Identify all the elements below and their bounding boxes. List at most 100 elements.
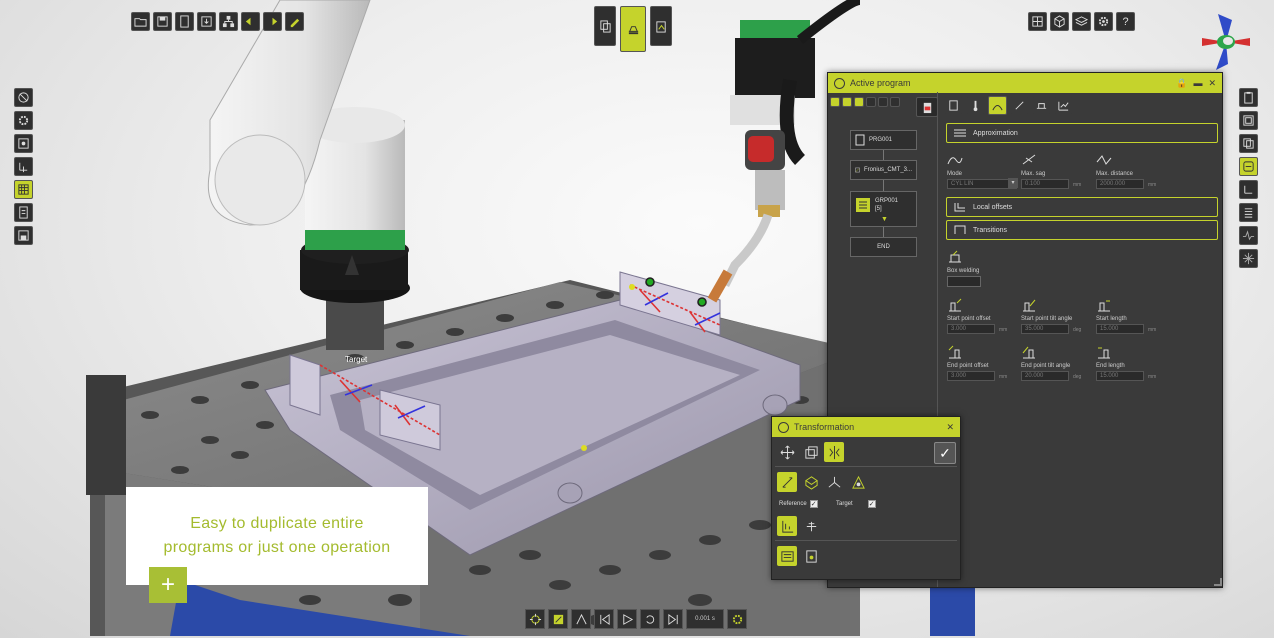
arrow-right-icon[interactable] [263, 12, 282, 31]
program-icon[interactable] [1239, 157, 1258, 176]
section-approximation[interactable]: Approximation [946, 123, 1218, 143]
tree-item-prg001[interactable]: PRG001 [850, 130, 917, 150]
clipboard-icon[interactable] [1239, 88, 1258, 107]
tab-torch[interactable] [1010, 96, 1029, 115]
report-icon[interactable] [14, 203, 33, 222]
settings-gear-icon[interactable] [727, 609, 747, 629]
mode-select[interactable]: CYL LIN [947, 179, 1017, 189]
tab-approximation[interactable] [988, 96, 1007, 115]
triangle-icon[interactable] [848, 472, 868, 492]
resize-grip-icon[interactable] [1214, 578, 1222, 586]
mirror-icon[interactable] [824, 442, 844, 462]
copy-icon[interactable] [1239, 134, 1258, 153]
box-welding-toggle[interactable] [947, 276, 981, 287]
axes-icon[interactable] [824, 472, 844, 492]
frame-axis-icon[interactable] [1239, 180, 1258, 199]
cube-icon[interactable] [1050, 12, 1069, 31]
arrow-left-icon[interactable] [241, 12, 260, 31]
align-reference-icon[interactable] [777, 516, 797, 536]
skip-back-icon[interactable] [594, 609, 614, 629]
end-length-unit: mm [1148, 374, 1157, 380]
operation-copy-icon[interactable] [801, 546, 821, 566]
cad-viewport[interactable]: Target ? Active program 🔒 ▬ ✕ PRG001 Fro… [0, 0, 1274, 638]
target-checkbox[interactable]: ✓ [867, 500, 876, 508]
end-point-offset-input[interactable]: 3.000 [947, 371, 995, 381]
duplicate-icon[interactable] [801, 442, 821, 462]
maximize-icon[interactable]: ▬ [1193, 78, 1202, 88]
export-icon[interactable] [197, 12, 216, 31]
signal-icon[interactable] [1239, 226, 1258, 245]
layers-icon[interactable] [1072, 12, 1091, 31]
weld-table-icon[interactable] [620, 6, 646, 52]
tab-chart[interactable] [1054, 96, 1073, 115]
active-program-titlebar[interactable]: Active program 🔒 ▬ ✕ [828, 73, 1222, 93]
move-icon[interactable] [866, 97, 876, 107]
transformation-titlebar[interactable]: Transformation ✕ [772, 417, 960, 437]
tree-item-weld-source[interactable]: Fronius_CMT_3... [850, 160, 917, 180]
end-point-tilt-input[interactable]: 20.000 [1021, 371, 1069, 381]
undo-icon[interactable] [890, 97, 900, 107]
paste-program-icon[interactable] [650, 6, 672, 46]
add-operation-icon[interactable] [854, 97, 864, 107]
start-length-input[interactable]: 15.000 [1096, 324, 1144, 334]
gear-tool-icon[interactable] [14, 111, 33, 130]
lock-icon[interactable]: 🔒 [1176, 78, 1187, 89]
no-collision-icon[interactable] [14, 88, 33, 107]
speed-input[interactable]: 0.001 s [686, 609, 724, 629]
close-icon[interactable]: ✕ [1208, 78, 1216, 89]
max-sag-input[interactable]: 0.100 [1021, 179, 1069, 189]
simulate-icon[interactable] [525, 609, 545, 629]
document-icon[interactable] [175, 12, 194, 31]
play-icon[interactable] [617, 609, 637, 629]
part-icon[interactable] [14, 134, 33, 153]
help-button[interactable]: ? [1116, 12, 1135, 31]
program-copy-icon[interactable] [777, 546, 797, 566]
clipboard-delete-icon[interactable] [916, 97, 938, 117]
grid-layout-icon[interactable] [1028, 12, 1047, 31]
list-icon[interactable] [1239, 203, 1258, 222]
torch-icon[interactable] [878, 97, 888, 107]
section-local-offsets[interactable]: Local offsets [946, 197, 1218, 217]
pencil-icon[interactable] [285, 12, 304, 31]
add-program-icon[interactable] [830, 97, 840, 107]
tab-welding[interactable] [1032, 96, 1051, 115]
tab-general[interactable] [944, 96, 963, 115]
settings-icon[interactable] [1094, 12, 1113, 31]
weld-sim-icon[interactable] [548, 609, 568, 629]
tree-item-end[interactable]: END [850, 237, 917, 257]
open-folder-icon[interactable] [131, 12, 150, 31]
point-to-point-icon[interactable] [777, 472, 797, 492]
plane-icon[interactable] [801, 472, 821, 492]
burst-icon[interactable] [1239, 249, 1258, 268]
close-icon[interactable]: ✕ [946, 422, 954, 433]
tab-thermometer[interactable] [966, 96, 985, 115]
apply-button[interactable]: ✓ [934, 442, 956, 464]
torch-path-icon[interactable] [571, 609, 591, 629]
reference-checkbox[interactable]: ✓ [809, 500, 818, 508]
add-group-icon[interactable] [842, 97, 852, 107]
network-icon[interactable] [219, 12, 238, 31]
end-length-input[interactable]: 15.000 [1096, 371, 1144, 381]
max-distance-input[interactable]: 2000.000 [1096, 179, 1144, 189]
skip-forward-icon[interactable] [663, 609, 683, 629]
loop-icon[interactable] [640, 609, 660, 629]
section-transitions[interactable]: Transitions [946, 220, 1218, 240]
move-icon[interactable] [777, 442, 797, 462]
tree-item-grp001[interactable]: GRP001 [5] ▼ [850, 191, 917, 227]
axis-icon[interactable] [14, 157, 33, 176]
orientation-gizmo-icon[interactable] [1194, 12, 1258, 72]
expand-chevron-icon[interactable]: ▼ [881, 216, 888, 223]
save-icon[interactable] [153, 12, 172, 31]
start-point-tilt-input[interactable]: 35.000 [1021, 324, 1069, 334]
align-target-icon[interactable] [801, 516, 821, 536]
reference-option[interactable]: Reference ✓ [779, 500, 818, 508]
chevron-down-icon[interactable]: ▾ [1008, 178, 1018, 188]
program-grid-icon[interactable] [14, 180, 33, 199]
disk-icon[interactable] [14, 226, 33, 245]
copy-program-icon[interactable] [594, 6, 616, 46]
end-tilt-icon [1022, 346, 1035, 359]
target-option[interactable]: Target ✓ [836, 500, 876, 508]
expand-plus-button[interactable]: + [149, 567, 187, 603]
start-point-offset-input[interactable]: 3.000 [947, 324, 995, 334]
frame-icon[interactable] [1239, 111, 1258, 130]
